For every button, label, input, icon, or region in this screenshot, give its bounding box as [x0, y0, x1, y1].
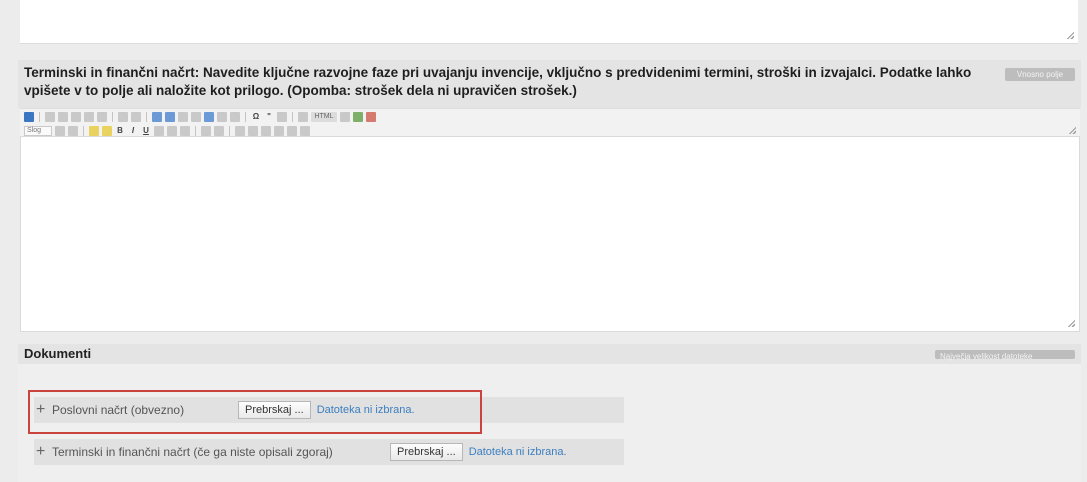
font-size-dropdown-icon[interactable]: [68, 126, 78, 136]
document-row-business-plan: + Poslovni načrt (obvezno) Prebrskaj ...…: [34, 397, 624, 423]
toolbar-separator: [292, 112, 293, 122]
rich-text-editor[interactable]: [20, 136, 1080, 332]
strikethrough-icon[interactable]: [154, 126, 164, 136]
smiley-icon[interactable]: [191, 112, 201, 122]
table-icon[interactable]: [165, 112, 175, 122]
redo-icon[interactable]: [131, 112, 141, 122]
bold-icon[interactable]: B: [115, 126, 125, 136]
superscript-icon[interactable]: [180, 126, 190, 136]
documents-title: Dokumenti: [24, 346, 92, 361]
special-char-icon[interactable]: Ω: [251, 112, 261, 122]
bulleted-list-icon[interactable]: [214, 126, 224, 136]
outdent-icon[interactable]: [235, 126, 245, 136]
undo-icon[interactable]: [118, 112, 128, 122]
document-row-schedule-plan: + Terminski in finančni načrt (če ga nis…: [34, 439, 624, 465]
browse-button[interactable]: Prebrskaj ...: [390, 443, 463, 461]
file-status: Datoteka ni izbrana.: [468, 446, 567, 458]
toolbar-separator: [229, 126, 230, 136]
align-right-icon[interactable]: [287, 126, 297, 136]
image-icon[interactable]: [152, 112, 162, 122]
plus-icon[interactable]: +: [36, 402, 48, 418]
check-icon[interactable]: [353, 112, 363, 122]
documents-header: Dokumenti Največja velikost datoteke: [18, 344, 1081, 364]
toolbar-separator: [112, 112, 113, 122]
question-text: Terminski in finančni načrt: Navedite kl…: [24, 65, 972, 98]
align-center-icon[interactable]: [274, 126, 284, 136]
previous-textarea[interactable]: [20, 0, 1078, 44]
text-color-icon[interactable]: [89, 126, 99, 136]
resize-grip-icon[interactable]: [1066, 31, 1074, 39]
browse-button[interactable]: Prebrskaj ...: [238, 401, 311, 419]
editor-toolbar: Ω " HTML Slog B I U: [20, 108, 1080, 138]
format-dropdown-icon[interactable]: [55, 126, 65, 136]
copy-icon[interactable]: [58, 112, 68, 122]
toolbar-separator: [245, 112, 246, 122]
plus-icon[interactable]: +: [36, 444, 48, 460]
flag-icon[interactable]: [366, 112, 376, 122]
select-all-icon[interactable]: [298, 112, 308, 122]
resize-grip-icon[interactable]: [1067, 319, 1075, 327]
toolbar-separator: [83, 126, 84, 136]
paste-icon[interactable]: [71, 112, 81, 122]
document-label: Terminski in finančni načrt (če ga niste…: [52, 445, 333, 459]
horizontal-rule-icon[interactable]: [178, 112, 188, 122]
toolbar-collapse-icon[interactable]: [1068, 126, 1076, 134]
unlink-icon[interactable]: [217, 112, 227, 122]
indent-icon[interactable]: [248, 126, 258, 136]
paste-text-icon[interactable]: [84, 112, 94, 122]
find-icon[interactable]: [277, 112, 287, 122]
toolbar-row-1: Ω " HTML: [24, 111, 376, 123]
subscript-icon[interactable]: [167, 126, 177, 136]
size-limit-badge: Največja velikost datoteke: [935, 350, 1075, 361]
quote-icon[interactable]: ": [264, 112, 274, 122]
anchor-icon[interactable]: [230, 112, 240, 122]
field-badge: Vnosno polje: [1005, 68, 1075, 81]
justify-icon[interactable]: [300, 126, 310, 136]
toolbar-separator: [195, 126, 196, 136]
align-left-icon[interactable]: [261, 126, 271, 136]
numbered-list-icon[interactable]: [201, 126, 211, 136]
italic-icon[interactable]: I: [128, 126, 138, 136]
background-color-icon[interactable]: [102, 126, 112, 136]
paste-word-icon[interactable]: [97, 112, 107, 122]
toolbar-separator: [39, 112, 40, 122]
save-icon[interactable]: [24, 112, 34, 122]
file-status: Datoteka ni izbrana.: [316, 404, 415, 416]
spellcheck-icon[interactable]: [340, 112, 350, 122]
question-header: Terminski in finančni načrt: Navedite kl…: [18, 60, 1081, 108]
cut-icon[interactable]: [45, 112, 55, 122]
link-icon[interactable]: [204, 112, 214, 122]
style-dropdown[interactable]: Slog: [24, 126, 52, 136]
document-label: Poslovni načrt (obvezno): [52, 403, 185, 417]
toolbar-separator: [146, 112, 147, 122]
underline-icon[interactable]: U: [141, 126, 151, 136]
source-html-button[interactable]: HTML: [311, 112, 337, 122]
